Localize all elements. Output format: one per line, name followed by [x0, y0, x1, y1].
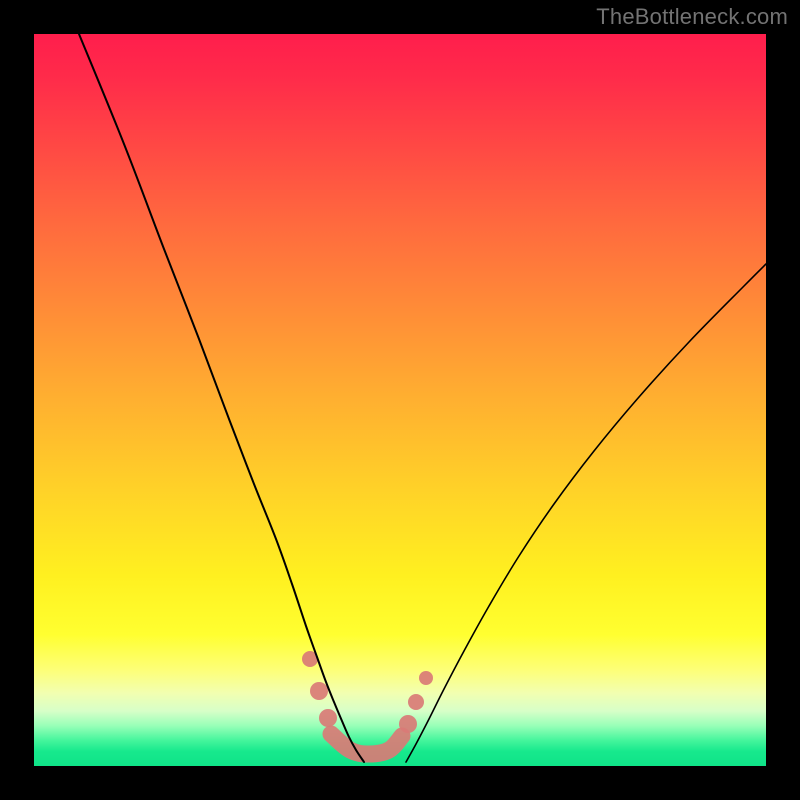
left-dot-2	[310, 682, 328, 700]
right-dot-3	[419, 671, 433, 685]
right-curve	[406, 264, 766, 762]
chart-svg	[34, 34, 766, 766]
chart-frame: TheBottleneck.com	[0, 0, 800, 800]
left-dot-3	[319, 709, 337, 727]
marker-group	[302, 651, 433, 754]
watermark-text: TheBottleneck.com	[596, 4, 788, 30]
plot-area	[34, 34, 766, 766]
valley-band	[331, 734, 402, 754]
left-curve	[79, 34, 364, 762]
right-dot-1	[399, 715, 417, 733]
right-dot-2	[408, 694, 424, 710]
